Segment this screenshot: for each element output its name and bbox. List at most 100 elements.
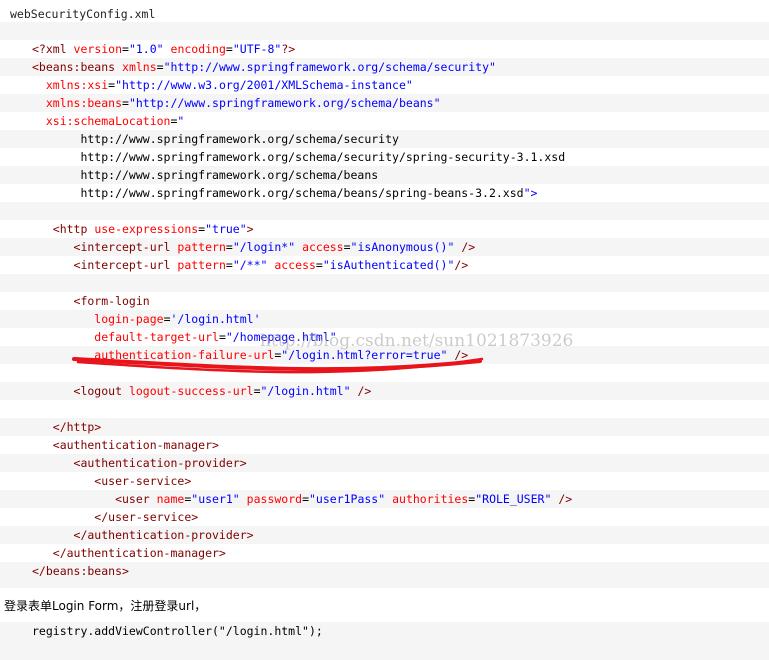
code-token: = [302,492,309,506]
code-token: /> [551,492,573,506]
code-token: </authentication-manager> [32,546,226,560]
code-token: '/login.html' [170,312,261,326]
code-token: = [225,258,233,272]
code-line: xmlns:xsi="http://www.w3.org/2001/XMLSch… [0,76,769,94]
code-token: = [156,60,164,74]
code-token: /> [454,240,476,254]
code-block-java: registry.addViewController("/login.html"… [0,622,769,660]
code-line: <logout logout-success-url="/login.html"… [0,382,769,400]
code-token: "ROLE_USER" [475,492,552,506]
code-token: </beans:beans> [32,564,129,578]
code-token: </authentication-provider> [32,528,254,542]
code-line: <intercept-url pattern="/**" access="isA… [0,256,769,274]
code-token: access [302,240,344,254]
code-token: /> [454,258,469,272]
file-title: webSecurityConfig.xml [10,7,156,21]
code-token: "http://www.springframework.org/schema/b… [128,96,441,110]
code-token: = [225,240,233,254]
code-line: xmlns:beans="http://www.springframework.… [0,94,769,112]
code-token: /> [350,384,372,398]
code-token: <http [32,222,95,236]
code-line: http://www.springframework.org/schema/se… [0,148,769,166]
code-token: "user1Pass" [309,492,386,506]
code-token: xmlns:xsi [32,78,109,92]
code-line: </beans:beans> [0,562,769,580]
code-line: <user name="user1" password="user1Pass" … [0,490,769,508]
code-token: = [122,96,129,110]
code-token: "true" [205,222,247,236]
code-token: http://www.springframework.org/schema/se… [32,150,566,164]
code-token: <beans:beans [32,60,123,74]
code-line: <authentication-provider> [0,454,769,472]
code-line: <?xml version="1.0" encoding="UTF-8"?> [0,40,769,58]
code-token: <authentication-provider> [32,456,247,470]
code-token: encoding [170,42,226,56]
code-token: registry.addViewController("/login.html"… [32,624,323,638]
code-token: "isAnonymous()" [350,240,455,254]
code-line: login-page='/login.html' [0,310,769,328]
code-token: = [218,330,226,344]
code-token: http://www.springframework.org/schema/se… [32,132,399,146]
code-token: = [122,42,129,56]
code-line: <beans:beans xmlns="http://www.springfra… [0,58,769,76]
code-token: </user-service> [32,510,199,524]
code-line: <form-login [0,292,769,310]
code-token: <logout [32,384,129,398]
code-token: "http://www.springframework.org/schema/s… [163,60,496,74]
code-line: <authentication-manager> [0,436,769,454]
code-token: access [274,258,316,272]
code-token: = [343,240,351,254]
code-line: </user-service> [0,508,769,526]
code-token: "/login.html?error=true" [281,348,448,362]
code-block-xml: <?xml version="1.0" encoding="UTF-8"?> <b… [0,22,769,588]
code-token: "isAuthenticated()" [322,258,455,272]
code-line: </authentication-manager> [0,544,769,562]
code-line [0,364,769,382]
code-token: password [246,492,303,506]
code-token: default-target-url [32,330,219,344]
code-line: </authentication-provider> [0,526,769,544]
code-token: " [177,114,185,128]
code-token: <form-login [32,294,150,308]
code-token: <intercept-url [32,240,178,254]
code-line: http://www.springframework.org/schema/be… [0,184,769,202]
code-token: "/login*" [232,240,296,254]
code-line: authentication-failure-url="/login.html?… [0,346,769,364]
code-line: <user-service> [0,472,769,490]
code-token: = [225,42,233,56]
code-token: /> [447,348,469,362]
code-line: xsi:schemaLocation=" [0,112,769,130]
code-token: = [163,312,171,326]
code-token: <authentication-manager> [32,438,219,452]
code-token: pattern [177,258,226,272]
code-token: <user [32,492,157,506]
code-token: authentication-failure-url [32,348,275,362]
code-token: "> [523,186,538,200]
code-token: xsi:schemaLocation [32,114,171,128]
code-token: logout-success-url [128,384,254,398]
code-token: "1.0" [128,42,164,56]
code-token: "/homepage.html" [225,330,337,344]
code-token: xmlns:beans [32,96,123,110]
code-token: <user-service> [32,474,192,488]
code-token: authorities [392,492,469,506]
code-token: <intercept-url [32,258,178,272]
code-line [0,400,769,418]
code-token: <?xml [32,42,74,56]
code-token: "/**" [232,258,268,272]
code-token: pattern [177,240,226,254]
code-line: default-target-url="/homepage.html" [0,328,769,346]
code-line: <http use-expressions="true"> [0,220,769,238]
code-line: http://www.springframework.org/schema/be… [0,166,769,184]
code-token: http://www.springframework.org/schema/be… [32,186,524,200]
code-line: http://www.springframework.org/schema/se… [0,130,769,148]
code-token: name [156,492,185,506]
code-line: registry.addViewController("/login.html"… [0,622,769,640]
code-token: use-expressions [94,222,199,236]
code-token: </http> [32,420,102,434]
code-line: <intercept-url pattern="/login*" access=… [0,238,769,256]
code-token: "UTF-8" [232,42,282,56]
